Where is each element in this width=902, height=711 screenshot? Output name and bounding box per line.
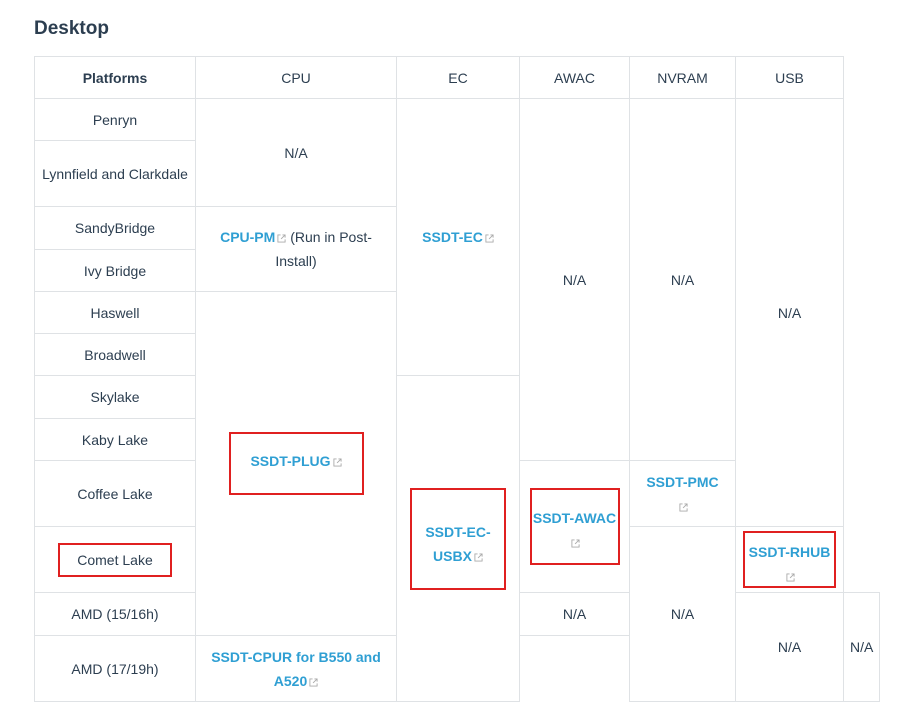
platform-cell: Lynnfield and Clarkdale: [34, 140, 196, 207]
cpu-cell: SSDT-CPUR for B550 and A520: [195, 635, 397, 702]
usb-na-text: N/A: [777, 304, 802, 321]
usb-cell: SSDT-RHUB: [735, 526, 844, 593]
usb-na-text: N/A: [850, 639, 874, 655]
desktop-ssdt-table: Platforms CPU EC AWAC NVRAM USB Penryn N…: [34, 56, 881, 702]
awac-cell: SSDT-AWAC: [519, 460, 630, 593]
external-link-icon: [786, 573, 795, 582]
highlight-box: SSDT-AWAC: [529, 488, 620, 565]
highlight-box: SSDT-PLUG: [228, 432, 364, 495]
awac-cell: N/A: [735, 592, 844, 702]
ec-cell: SSDT-EC-USBX: [396, 375, 520, 702]
highlight-box: SSDT-EC-USBX: [410, 487, 506, 590]
cpu-cell: N/A: [519, 592, 630, 636]
external-link-icon: [277, 234, 286, 243]
column-header-ec: EC: [396, 56, 520, 99]
cpu-cell: CPU-PM (Run in Post-Install): [195, 206, 397, 292]
external-link-icon: [474, 552, 483, 562]
ssdt-awac-link[interactable]: SSDT-AWAC: [533, 510, 616, 526]
cpu-na-text: N/A: [284, 144, 308, 161]
platform-cell: Comet Lake: [34, 526, 196, 593]
highlight-box: Comet Lake: [58, 542, 172, 577]
external-link-icon: [679, 502, 688, 512]
awac-cell: N/A: [519, 98, 630, 461]
table-row: Penryn N/A SSDT-EC N/A N/A N/A: [34, 98, 880, 527]
external-link-icon: [309, 677, 318, 687]
highlight-box: SSDT-RHUB: [743, 531, 836, 588]
cpu-pm-note: (Run in Post-Install): [275, 229, 372, 269]
platform-cell: Broadwell: [34, 333, 196, 376]
usb-cell: N/A: [735, 98, 844, 527]
nvram-na-text: N/A: [670, 606, 695, 622]
ssdt-ec-link[interactable]: SSDT-EC: [422, 229, 483, 245]
table-header-row: Platforms CPU EC AWAC NVRAM USB: [34, 56, 880, 99]
platform-cell: Kaby Lake: [34, 418, 196, 461]
external-link-icon: [333, 458, 342, 467]
column-header-awac: AWAC: [519, 56, 630, 99]
platform-cell: Ivy Bridge: [34, 249, 196, 292]
awac-na-text: N/A: [562, 271, 587, 288]
page-title: Desktop: [34, 18, 109, 39]
nvram-cell: N/A: [629, 98, 736, 461]
cpu-pm-link[interactable]: CPU-PM: [220, 229, 275, 245]
nvram-cell: N/A: [629, 526, 736, 702]
platform-cell: Coffee Lake: [34, 460, 196, 527]
platform-cell: Haswell: [34, 291, 196, 334]
nvram-na-text: N/A: [670, 271, 695, 288]
column-header-platforms: Platforms: [34, 56, 196, 99]
ssdt-rhub-link[interactable]: SSDT-RHUB: [749, 544, 831, 560]
ec-cell: SSDT-EC: [396, 98, 520, 376]
platform-label: Comet Lake: [77, 551, 153, 568]
platform-cell: AMD (17/19h): [34, 635, 196, 702]
ssdt-pmc-link[interactable]: SSDT-PMC: [646, 474, 718, 490]
awac-na-text: N/A: [777, 639, 802, 655]
external-link-icon: [571, 539, 580, 548]
platform-cell: SandyBridge: [34, 206, 196, 250]
cpu-cell: N/A: [195, 98, 397, 207]
column-header-usb: USB: [735, 56, 844, 99]
external-link-icon: [485, 234, 494, 243]
ssdt-plug-link[interactable]: SSDT-PLUG: [250, 453, 330, 469]
platform-cell: Skylake: [34, 375, 196, 419]
ssdt-cpur-link[interactable]: SSDT-CPUR for B550 and A520: [211, 649, 381, 689]
cpu-cell: SSDT-PLUG: [195, 291, 397, 636]
column-header-nvram: NVRAM: [629, 56, 736, 99]
nvram-cell: SSDT-PMC: [629, 460, 736, 527]
platform-cell: AMD (15/16h): [34, 592, 196, 636]
platform-cell: Penryn: [34, 98, 196, 141]
cpu-na-text: N/A: [562, 606, 587, 622]
usb-cell: N/A: [842, 592, 881, 702]
column-header-cpu: CPU: [195, 56, 397, 99]
